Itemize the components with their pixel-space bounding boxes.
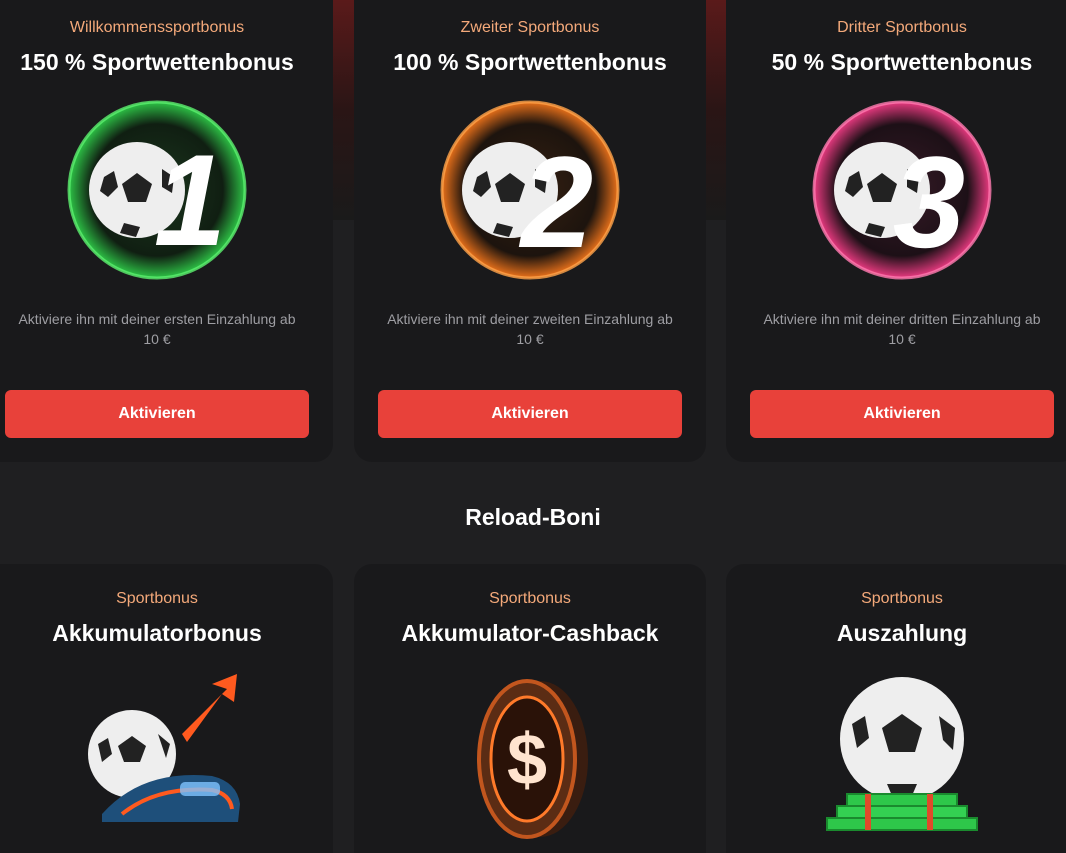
bonus-title: 100 % Sportwettenbonus	[393, 49, 667, 75]
dollar-coin-icon: $	[435, 664, 625, 844]
bonus-kicker: Sportbonus	[861, 590, 943, 607]
ball-number-two-icon: 2	[435, 95, 625, 285]
bonus-description: Aktiviere ihn mit deiner dritten Einzahl…	[757, 309, 1047, 349]
bonus-min-deposit: 10 €	[516, 331, 544, 348]
bonus-description: Aktiviere ihn mit deiner zweiten Einzahl…	[385, 309, 675, 349]
bonus-number: 3	[893, 129, 965, 275]
bonus-kicker: Sportbonus	[489, 590, 571, 607]
bonus-kicker: Sportbonus	[116, 590, 198, 607]
activate-button[interactable]: Aktivieren	[5, 390, 309, 438]
bonus-number: 2	[518, 129, 593, 275]
reload-card-cashback[interactable]: Sportbonus Akkumulator-Cashback $	[354, 564, 706, 853]
bonus-title: 150 % Sportwettenbonus	[20, 49, 294, 75]
bonus-description-line: Aktiviere ihn mit deiner ersten Einzahlu…	[18, 311, 296, 328]
ball-number-three-icon: 3	[807, 95, 997, 285]
bonus-card-second: Zweiter Sportbonus 100 % Sportwettenbonu…	[354, 0, 706, 462]
reload-section-title: Reload-Boni	[465, 504, 601, 530]
bonus-min-deposit: 10 €	[143, 331, 171, 348]
bonus-title: Auszahlung	[836, 620, 968, 646]
bonus-number: 1	[154, 127, 226, 273]
ball-train-arrow-icon	[62, 664, 252, 844]
ball-number-one-icon: 1	[62, 95, 252, 285]
svg-text:$: $	[507, 720, 547, 800]
activate-button[interactable]: Aktivieren	[378, 390, 682, 438]
bonus-card-third: Dritter Sportbonus 50 % Sportwettenbonus	[726, 0, 1066, 462]
bonus-min-deposit: 10 €	[888, 331, 916, 348]
bonus-kicker: Zweiter Sportbonus	[460, 19, 600, 36]
bonus-kicker: Willkommenssportbonus	[69, 19, 245, 36]
reload-card-payout[interactable]: Sportbonus Auszahlung	[726, 564, 1066, 853]
bonus-description-line: Aktiviere ihn mit deiner dritten Einzahl…	[763, 311, 1041, 328]
reload-card-accumulator[interactable]: Sportbonus Akkumulatorbonus	[0, 564, 333, 853]
bonus-card-first: Willkommenssportbonus 150 % Sportwettenb…	[0, 0, 333, 462]
bonus-description-line: Aktiviere ihn mit deiner zweiten Einzahl…	[387, 311, 673, 328]
ball-cash-stack-icon	[807, 664, 997, 844]
bonus-title: Akkumulatorbonus	[52, 620, 262, 646]
activate-button[interactable]: Aktivieren	[750, 390, 1054, 438]
bonus-title: Akkumulator-Cashback	[401, 620, 659, 646]
bonus-title: 50 % Sportwettenbonus	[771, 49, 1033, 75]
bonus-kicker: Dritter Sportbonus	[837, 19, 967, 36]
bonus-description: Aktiviere ihn mit deiner ersten Einzahlu…	[12, 309, 302, 349]
